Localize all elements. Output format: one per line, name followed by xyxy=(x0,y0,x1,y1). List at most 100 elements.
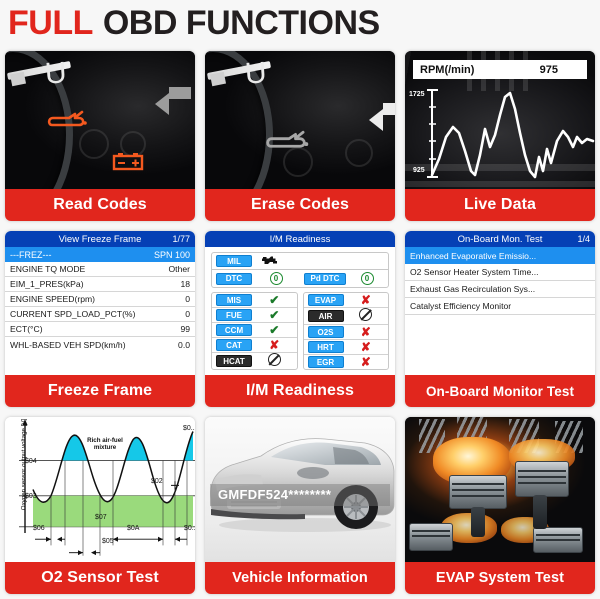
list-item[interactable]: Exhaust Gas Recirculation Sys... xyxy=(405,281,595,298)
im-monitor-column-left: MIS ✔ FUE ✔ CCM ✔ CAT ✘ HCAT xyxy=(211,292,298,370)
table-row[interactable]: ENGINE SPEED(rpm) 0 xyxy=(5,292,195,307)
list-item[interactable]: O2 Sensor Heater System Time... xyxy=(405,264,595,281)
freeze-frame-title: View Freeze Frame xyxy=(58,233,142,245)
table-row[interactable]: WHL-BASED VEH SPD(km/h) 0.0 xyxy=(5,337,195,352)
freeze-frame-selected-name: ---FREZ--- xyxy=(10,249,52,260)
card-onboard-monitor-screen: On-Board Mon. Test 1/4 Enhanced Evaporat… xyxy=(405,231,595,375)
onboard-monitor-list: Enhanced Evaporative Emissio... O2 Senso… xyxy=(405,247,595,375)
im-dtc-row[interactable]: DTC 0 Pd DTC 0 xyxy=(212,270,388,287)
card-evap-system[interactable]: EVAP System Test xyxy=(405,417,595,594)
onboard-monitor-title-bar: On-Board Mon. Test 1/4 xyxy=(405,231,595,247)
list-item[interactable]: HRT ✘ xyxy=(303,340,388,355)
connecting-rod xyxy=(471,507,485,537)
card-label-freeze-frame: Freeze Frame xyxy=(5,375,195,407)
card-o2-sensor[interactable]: Oxygen sensor output voltage [V] Rich ai… xyxy=(5,417,195,594)
im-mil-row[interactable]: MIL xyxy=(212,253,388,270)
ghost-indicator-2-decor xyxy=(345,139,373,167)
list-item[interactable]: CCM ✔ xyxy=(212,323,297,338)
freeze-frame-selected-row[interactable]: ---FREZ--- SPN 100 xyxy=(5,247,195,262)
card-evap-system-image xyxy=(405,417,595,562)
row-value: 18 xyxy=(180,279,190,289)
piston xyxy=(533,527,583,553)
cell-read-codes: U Read Codes xyxy=(0,46,200,226)
cell-live-data: RPM(/min) 975 1725 925 Live Data xyxy=(400,46,600,226)
onboard-monitor-screen: On-Board Mon. Test 1/4 Enhanced Evaporat… xyxy=(405,231,595,375)
im-pd-dtc-count-wrap: 0 xyxy=(346,272,388,285)
row-name: EIM_1_PRES(kPa) xyxy=(10,279,84,289)
card-read-codes-image: U xyxy=(5,51,195,189)
o2-chart-span-label-4: $0... xyxy=(184,525,195,532)
piston xyxy=(449,475,507,509)
onboard-monitor-page-indicator: 1/4 xyxy=(577,234,590,244)
cell-evap-system: EVAP System Test xyxy=(400,412,600,599)
battery-warning-icon xyxy=(112,153,144,171)
table-row[interactable]: ECT(°C) 99 xyxy=(5,322,195,337)
im-monitor-badge: EGR xyxy=(307,356,344,368)
status-fail-icon: ✘ xyxy=(269,338,280,352)
list-item[interactable]: Catalyst Efficiency Monitor xyxy=(405,298,595,315)
list-item[interactable]: HCAT xyxy=(212,353,297,369)
card-label-evap-system: EVAP System Test xyxy=(405,562,595,594)
card-label-read-codes: Read Codes xyxy=(5,189,195,221)
list-item[interactable]: CAT ✘ xyxy=(212,338,297,353)
list-item[interactable]: AIR xyxy=(303,308,388,325)
live-data-pid-name: RPM(/min) xyxy=(420,63,475,76)
list-item[interactable]: Enhanced Evaporative Emissio... xyxy=(405,247,595,264)
piston xyxy=(515,461,569,497)
freeze-frame-screen: View Freeze Frame 1/77 ---FREZ--- SPN 10… xyxy=(5,231,195,375)
im-dtc-group: DTC 0 xyxy=(212,272,300,285)
list-item-label: Enhanced Evaporative Emissio... xyxy=(410,250,537,261)
o2-chart-point-label-2: $02 xyxy=(151,478,163,485)
list-item[interactable]: MIS ✔ xyxy=(212,293,297,308)
table-row[interactable]: CURRENT SPD_LOAD_PCT(%) 0 xyxy=(5,307,195,322)
list-item[interactable]: EVAP ✘ xyxy=(303,293,388,308)
row-value: 99 xyxy=(180,324,190,334)
status-fail-icon: ✘ xyxy=(360,293,371,307)
status-ok-icon: ✔ xyxy=(269,308,280,322)
vin-overlay: GMFDF524******** xyxy=(210,483,390,506)
list-item[interactable]: EGR ✘ xyxy=(304,355,389,369)
table-row[interactable]: ENGINE TQ MODE Other xyxy=(5,262,195,277)
row-value: 0 xyxy=(185,294,190,304)
card-label-live-data: Live Data xyxy=(405,189,595,221)
row-name: ENGINE SPEED(rpm) xyxy=(10,294,95,304)
row-name: ECT(°C) xyxy=(10,324,43,334)
im-monitor-badge: MIS xyxy=(216,294,252,306)
page-title-rest: OBD FUNCTIONS xyxy=(102,3,380,42)
list-item[interactable]: FUE ✔ xyxy=(212,308,297,323)
feature-card-grid: U Read Codes U Erase Codes RPM(/min) 975… xyxy=(0,46,600,599)
card-erase-codes[interactable]: U Erase Codes xyxy=(205,51,395,221)
im-badge-mil: MIL xyxy=(216,255,252,267)
card-label-vehicle-info: Vehicle Information xyxy=(205,562,395,594)
im-monitor-badge: O2S xyxy=(307,326,344,338)
list-item[interactable]: O2S ✘ xyxy=(303,325,388,340)
card-im-readiness[interactable]: I/M Readiness MIL DTC 0 Pd DTC 0 MIS ✔ F… xyxy=(205,231,395,407)
row-value: 0 xyxy=(185,309,190,319)
card-live-data[interactable]: RPM(/min) 975 1725 925 Live Data xyxy=(405,51,595,221)
im-readiness-summary-box: MIL DTC 0 Pd DTC 0 xyxy=(211,252,389,288)
im-monitor-badge: HRT xyxy=(307,341,344,353)
card-onboard-monitor[interactable]: On-Board Mon. Test 1/4 Enhanced Evaporat… xyxy=(405,231,595,407)
im-pd-dtc-group: Pd DTC 0 xyxy=(300,272,388,285)
card-freeze-frame[interactable]: View Freeze Frame 1/77 ---FREZ--- SPN 10… xyxy=(5,231,195,407)
o2-chart-span-label-1: $06 xyxy=(33,525,45,532)
card-vehicle-info[interactable]: GMFDF524******** Vehicle Information xyxy=(205,417,395,594)
card-read-codes[interactable]: U Read Codes xyxy=(5,51,195,221)
im-monitor-badge: AIR xyxy=(307,310,344,322)
cell-vehicle-info: GMFDF524******** Vehicle Information xyxy=(200,412,400,599)
status-ok-icon: ✔ xyxy=(269,323,280,337)
card-vehicle-info-image: GMFDF524******** xyxy=(205,417,395,562)
o2-chart-wrap: Oxygen sensor output voltage [V] Rich ai… xyxy=(5,417,195,562)
cell-o2-sensor: Oxygen sensor output voltage [V] Rich ai… xyxy=(0,412,200,599)
freeze-frame-selected-value: SPN 100 xyxy=(153,249,190,260)
status-fail-icon: ✘ xyxy=(360,340,371,354)
table-row[interactable]: EIM_1_PRES(kPa) 18 xyxy=(5,277,195,292)
o2-chart-point-label-1: $07 xyxy=(95,514,107,521)
page-root: FULL OBD FUNCTIONS U Read Codes U Erase … xyxy=(0,0,600,599)
im-readiness-title-bar: I/M Readiness xyxy=(205,231,395,247)
engine-icon xyxy=(252,254,286,269)
list-item-label: O2 Sensor Heater System Time... xyxy=(410,267,539,277)
card-o2-sensor-chart: Oxygen sensor output voltage [V] Rich ai… xyxy=(5,417,195,562)
im-monitor-column-right: EVAP ✘ AIR O2S ✘ HRT ✘ EGR ✘ xyxy=(302,292,389,370)
gauge-glyph-decor: U xyxy=(43,56,68,91)
